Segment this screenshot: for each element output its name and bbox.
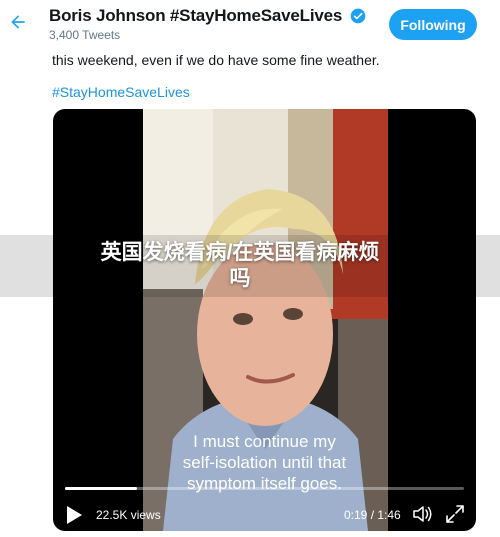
overlay-line: 吗 (229, 267, 251, 290)
arrow-left-icon (11, 15, 25, 29)
view-count: 22.5K views (96, 508, 161, 522)
watermark-overlay-text: 英国发烧看病/在英国看病麻烦 吗 (60, 240, 420, 292)
profile-name: Boris Johnson #StayHomeSaveLives (49, 6, 343, 25)
caption-line: I must continue my (193, 432, 336, 451)
fullscreen-icon[interactable] (446, 505, 464, 523)
caption-line: symptom itself goes. (187, 474, 342, 493)
hashtag-link[interactable]: #StayHomeSaveLives (52, 84, 190, 100)
clipped-text-line (52, 40, 472, 48)
tweet-text: this weekend, even if we do have some fi… (52, 52, 380, 68)
back-button[interactable] (4, 8, 32, 36)
overlay-line: 英国发烧看病/在英国看病麻烦 (100, 241, 380, 264)
video-scrubber[interactable] (65, 487, 464, 490)
caption-line: self-isolation until that (182, 453, 347, 472)
following-button[interactable]: Following (389, 9, 477, 40)
volume-icon[interactable] (413, 505, 433, 523)
video-timecode: 0:19 / 1:46 (344, 508, 401, 522)
play-icon[interactable] (65, 505, 83, 525)
profile-title: Boris Johnson #StayHomeSaveLives 3,400 T… (49, 6, 366, 42)
video-player[interactable]: I must continue my self-isolation until … (53, 109, 476, 531)
video-caption: I must continue my self-isolation until … (53, 431, 476, 494)
scrubber-progress (65, 487, 137, 490)
verified-badge-icon (350, 8, 365, 24)
